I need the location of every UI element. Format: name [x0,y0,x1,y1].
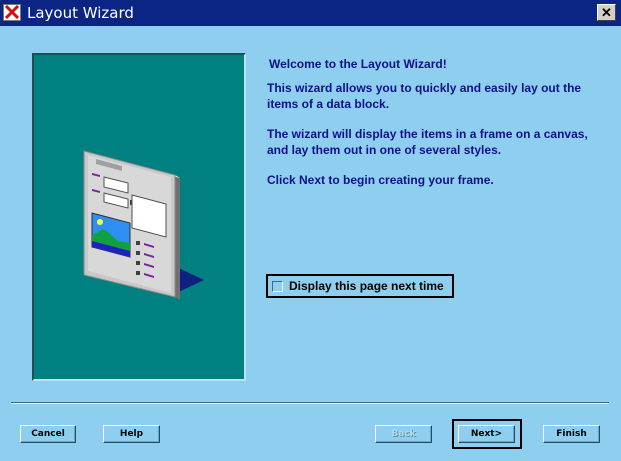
checkbox-label: Display this page next time [289,279,444,293]
finish-button[interactable]: Finish [543,425,600,443]
display-next-time-checkbox-row[interactable]: Display this page next time [266,274,454,298]
intro-paragraph: This wizard allows you to quickly and ea… [267,81,582,111]
instruction-paragraph: Click Next to begin creating your frame. [267,173,494,187]
help-button[interactable]: Help [103,425,160,443]
layout-illustration-icon [83,150,204,300]
welcome-heading: Welcome to the Layout Wizard! [269,57,447,71]
close-icon: ✕ [601,5,612,20]
display-next-time-checkbox[interactable] [272,280,283,292]
close-button[interactable]: ✕ [597,4,616,21]
window-title: Layout Wizard [27,4,134,22]
back-button[interactable]: Back [375,425,432,443]
app-icon [3,4,21,21]
title-bar[interactable]: Layout Wizard ✕ [0,0,621,26]
description-paragraph: The wizard will display the items in a f… [267,127,588,157]
separator [11,402,609,404]
wizard-image-panel [32,53,246,381]
cancel-button[interactable]: Cancel [20,425,76,443]
next-button[interactable]: Next> [458,425,515,443]
